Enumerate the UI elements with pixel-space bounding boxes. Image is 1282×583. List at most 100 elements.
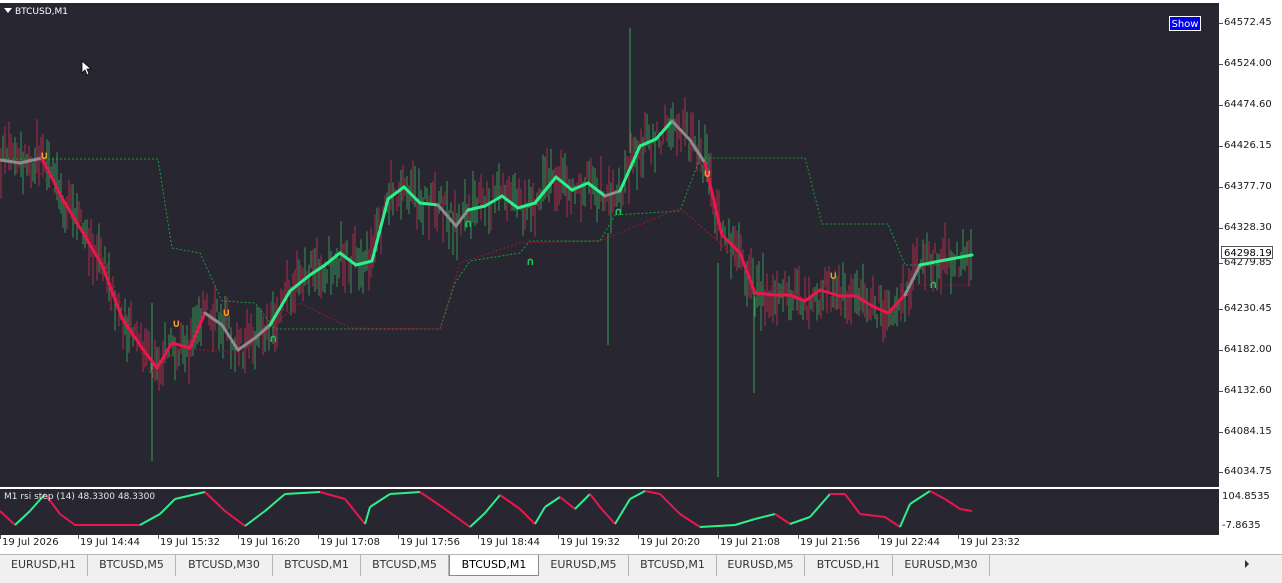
time-axis-tick: 19 Jul 21:56	[798, 535, 860, 548]
time-axis-tick: 19 Jul 16:20	[238, 535, 300, 548]
rsi-line-segment	[0, 510, 16, 526]
time-axis-tick: 19 Jul 14:44	[78, 535, 140, 548]
chart-tab-active[interactable]: BTCUSD,M1	[449, 555, 539, 576]
rsi-line-segment	[344, 498, 366, 525]
rsi-axis[interactable]: 104.8535 -7.8635	[1220, 489, 1282, 535]
rsi-line-segment	[789, 516, 811, 525]
rsi-line-segment	[614, 498, 631, 525]
rsi-line-segment	[959, 508, 973, 512]
rsi-indicator-pane[interactable]: M1 rsi step (14) 48.3300 48.3300	[0, 489, 1220, 535]
rsi-line-segment	[899, 503, 911, 528]
chart-tab[interactable]: BTCUSD,M5	[361, 555, 449, 576]
rsi-line-segment	[659, 493, 681, 515]
trend-line-segment	[654, 119, 674, 141]
trend-line-segment	[570, 181, 590, 192]
rsi-line-segment	[559, 496, 576, 510]
rsi-line-segment	[844, 493, 861, 515]
rsi-line-segment	[574, 493, 591, 510]
rsi-line-segment	[244, 510, 266, 527]
rsi-line-segment	[754, 513, 776, 520]
current-price-label: 64298.19	[1221, 246, 1273, 259]
rsi-line-segment	[679, 513, 701, 528]
price-axis-tick: 64182.00	[1219, 344, 1272, 355]
rsi-line-segment	[519, 508, 536, 525]
rsi-line-segment	[319, 491, 346, 500]
rsi-line-segment	[734, 518, 756, 526]
price-axis-tick: 64084.15	[1219, 426, 1272, 437]
triangle-down-icon[interactable]	[4, 8, 12, 13]
price-axis-tick: 64328.30	[1219, 222, 1272, 233]
mouse-pointer-icon	[81, 60, 93, 76]
trend-line-segment	[370, 197, 390, 263]
rsi-line-segment	[469, 512, 486, 528]
trend-line-segment	[753, 291, 777, 297]
price-axis-tick: 64132.60	[1219, 385, 1272, 396]
trend-line-segment	[220, 323, 240, 352]
time-axis-tick: 19 Jul 17:08	[318, 535, 380, 548]
rsi-line-segment	[364, 506, 371, 525]
rsi-indicator-label: M1 rsi step (14) 48.3300 48.3300	[4, 492, 156, 502]
rsi-line-segment	[59, 513, 76, 526]
tab-scroll-arrows-icon[interactable]	[1240, 557, 1254, 571]
arrow-down-icon: ∪	[703, 167, 712, 180]
show-button[interactable]: Show	[1169, 16, 1201, 31]
chart-tab[interactable]: EURUSD,M5	[539, 555, 629, 576]
time-axis-tick: 19 Jul 19:32	[558, 535, 620, 548]
time-axis-tick: 19 Jul 18:44	[478, 535, 540, 548]
time-axis-tick: 19 Jul 2026	[0, 535, 59, 548]
arrow-up-icon: ∩	[929, 278, 938, 291]
trend-line-segment	[638, 137, 658, 148]
arrow-up-icon: ∩	[464, 217, 473, 230]
trend-line-segment	[854, 294, 874, 308]
time-axis-tick: 19 Jul 22:44	[878, 535, 940, 548]
trend-line-segment	[500, 194, 520, 210]
rsi-line-segment	[389, 491, 421, 495]
rsi-line-segment	[14, 510, 31, 526]
rsi-line-segment	[929, 490, 946, 500]
rsi-line-segment	[284, 491, 321, 495]
rsi-line-segment	[944, 498, 961, 510]
rsi-line-segment	[444, 508, 471, 528]
price-chart-canvas[interactable]: ∩ ∩ ∩ ∩ ∩ ∪ ∪ ∪ ∪ ∪	[0, 3, 1219, 487]
chart-tab[interactable]: EURUSD,M5	[717, 555, 805, 576]
arrow-down-icon: ∪	[40, 149, 49, 162]
trend-line-segment	[466, 204, 487, 212]
arrow-down-icon: ∪	[172, 317, 181, 330]
trend-line-segment	[418, 201, 440, 207]
chart-symbol-label[interactable]: BTCUSD,M1	[4, 7, 68, 17]
chart-tab[interactable]: BTCUSD,M30	[176, 555, 273, 576]
price-axis-tick: 64474.60	[1219, 99, 1272, 110]
time-axis-tick: 19 Jul 17:56	[398, 535, 460, 548]
rsi-line-segment	[544, 496, 561, 508]
rsi-axis-tick-max: 104.8535	[1222, 491, 1270, 502]
rsi-line-segment	[859, 513, 886, 518]
price-axis[interactable]: 64572.45 64524.00 64474.60 64426.15 64377.70…	[1219, 3, 1282, 487]
chart-tab[interactable]: BTCUSD,M5	[88, 555, 176, 576]
rsi-line-segment	[159, 498, 176, 515]
time-axis-tick: 19 Jul 15:32	[158, 535, 220, 548]
chart-tab[interactable]: EURUSD,M30	[893, 555, 990, 576]
trend-line-segment	[40, 156, 64, 200]
time-axis-tick: 19 Jul 23:32	[958, 535, 1020, 548]
chart-tab[interactable]: EURUSD,H1	[0, 555, 88, 576]
rsi-indicator-canvas[interactable]	[0, 489, 1219, 535]
chart-tab[interactable]: BTCUSD,H1	[805, 555, 893, 576]
trend-line-segment	[870, 304, 890, 315]
price-chart-pane[interactable]: ∩ ∩ ∩ ∩ ∩ ∪ ∪ ∪ ∪ ∪ BTCUSD,M1 Show	[0, 3, 1220, 488]
chart-window[interactable]: ∩ ∩ ∩ ∩ ∩ ∪ ∪ ∪ ∪ ∪ BTCUSD,M1 Show 64572.45 64524.…	[0, 0, 1282, 554]
rsi-line-segment	[629, 490, 646, 500]
rsi-line-segment	[599, 506, 616, 525]
rsi-line-segment	[174, 491, 206, 500]
rsi-line-segment	[774, 513, 791, 525]
rsi-line-segment	[204, 491, 226, 512]
trend-line-segment	[100, 263, 124, 320]
rsi-line-segment	[419, 491, 446, 510]
time-axis-tick: 19 Jul 20:20	[638, 535, 700, 548]
chart-tab[interactable]: BTCUSD,M1	[629, 555, 717, 576]
time-axis[interactable]: 19 Jul 2026 19 Jul 14:44 19 Jul 15:32 19 Ju…	[0, 535, 1219, 553]
trend-line-segment	[554, 175, 574, 192]
rsi-line-segment	[264, 493, 286, 512]
price-axis-tick: 64034.75	[1219, 466, 1272, 477]
chart-tab[interactable]: BTCUSD,M1	[273, 555, 361, 576]
rsi-line-segment	[589, 493, 601, 508]
